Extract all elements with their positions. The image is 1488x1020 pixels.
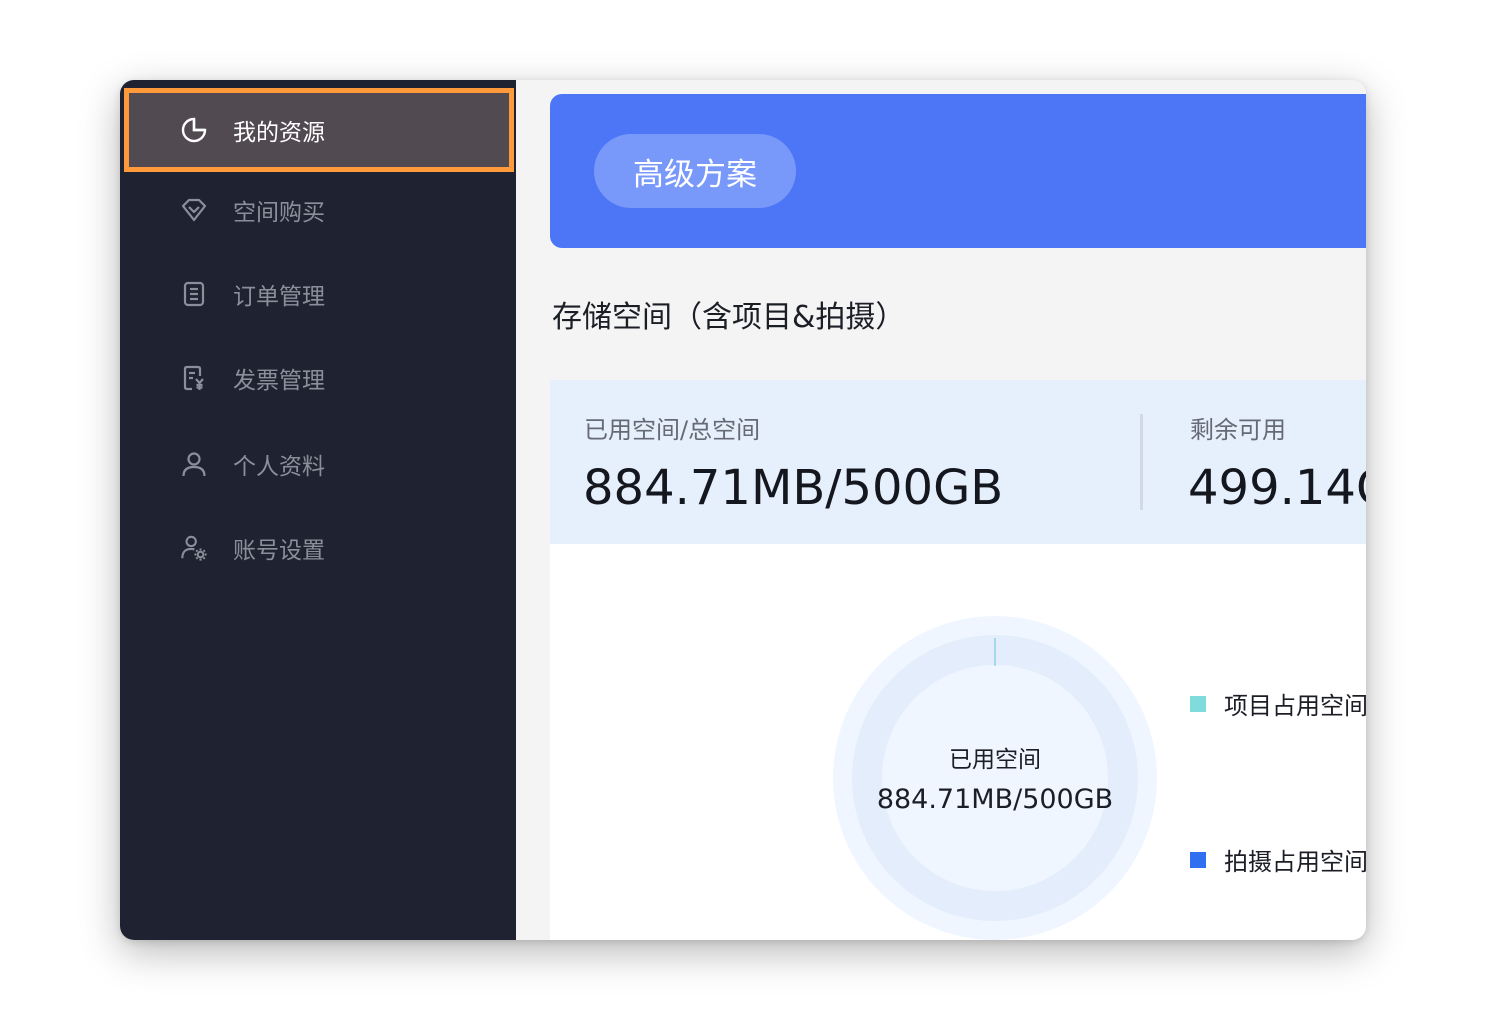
donut-center-value: 884.71MB/500GB bbox=[876, 784, 1114, 815]
stats-divider bbox=[1140, 414, 1143, 510]
invoice-icon bbox=[180, 364, 208, 392]
sidebar-item-label: 发票管理 bbox=[233, 368, 325, 394]
remaining-label: 剩余可用 bbox=[1190, 416, 1286, 444]
app-window: 我的资源 空间购买 订单管理 发票管理 个人资料 账号设置 高级方案 存储空间（… bbox=[120, 80, 1366, 940]
sidebar-item-space-purchase[interactable]: 空间购买 bbox=[124, 168, 514, 252]
plan-badge[interactable]: 高级方案 bbox=[594, 134, 796, 208]
user-icon bbox=[180, 450, 208, 478]
sidebar-item-label: 订单管理 bbox=[233, 284, 325, 310]
used-total-value: 884.71MB/500GB bbox=[583, 460, 1004, 516]
sidebar-item-my-resources[interactable]: 我的资源 bbox=[124, 88, 514, 172]
sidebar-item-label: 我的资源 bbox=[233, 120, 325, 146]
sidebar-item-label: 个人资料 bbox=[233, 454, 325, 480]
legend-item-shooting[interactable]: 拍摄占用空间 bbox=[1190, 842, 1366, 877]
plan-banner: 高级方案 bbox=[550, 94, 1366, 248]
section-title: 存储空间（含项目&拍摄） bbox=[552, 300, 906, 335]
legend-label: 拍摄占用空间 bbox=[1224, 848, 1366, 876]
sidebar-item-label: 账号设置 bbox=[233, 538, 325, 564]
legend-swatch bbox=[1190, 851, 1206, 868]
legend-swatch bbox=[1190, 695, 1206, 712]
storage-stats-panel: 已用空间/总空间 884.71MB/500GB 剩余可用 499.14G bbox=[550, 380, 1366, 544]
diamond-icon bbox=[180, 196, 208, 224]
legend-label: 项目占用空间 bbox=[1224, 692, 1366, 720]
sidebar-item-label: 空间购买 bbox=[233, 200, 325, 226]
remaining-value: 499.14G bbox=[1188, 460, 1366, 516]
user-settings-icon bbox=[180, 534, 208, 562]
sidebar: 我的资源 空间购买 订单管理 发票管理 个人资料 账号设置 bbox=[120, 80, 516, 940]
legend-item-project[interactable]: 项目占用空间 bbox=[1190, 686, 1366, 721]
storage-chart-card: 已用空间 884.71MB/500GB 项目占用空间 拍摄占用空间 bbox=[550, 544, 1366, 940]
sidebar-item-order-management[interactable]: 订单管理 bbox=[124, 252, 514, 336]
pie-chart-icon bbox=[180, 116, 208, 144]
order-list-icon bbox=[180, 280, 208, 308]
sidebar-item-profile[interactable]: 个人资料 bbox=[124, 422, 514, 506]
sidebar-item-account-settings[interactable]: 账号设置 bbox=[124, 506, 514, 590]
used-total-label: 已用空间/总空间 bbox=[584, 416, 761, 444]
donut-center-label: 已用空间 bbox=[949, 747, 1041, 773]
sidebar-item-invoice-management[interactable]: 发票管理 bbox=[124, 336, 514, 420]
main-content: 高级方案 存储空间（含项目&拍摄） 已用空间/总空间 884.71MB/500G… bbox=[516, 80, 1366, 940]
